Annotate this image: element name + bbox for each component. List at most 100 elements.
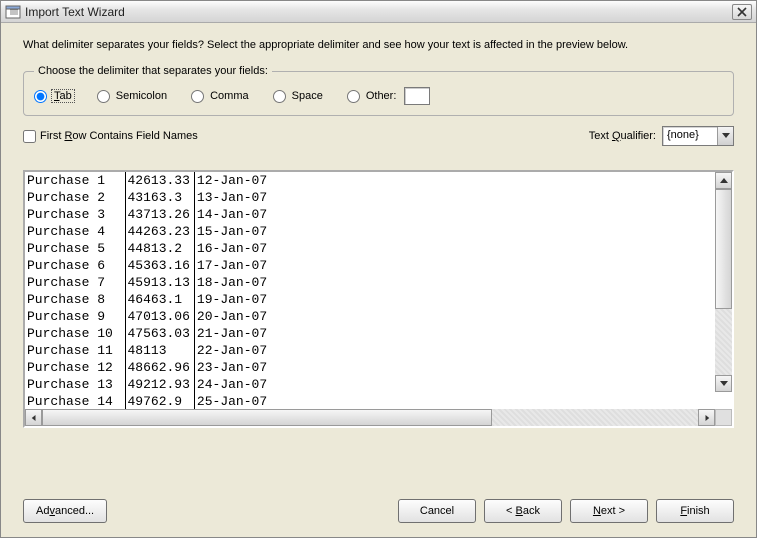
radio-semicolon-label: Semicolon: [114, 90, 169, 102]
radio-other-wrap[interactable]: Other:: [347, 87, 431, 105]
scroll-left-button[interactable]: [25, 409, 42, 426]
preview-cell: 23-Jan-07: [194, 359, 274, 376]
preview-cell: Purchase 14: [25, 393, 125, 409]
radio-space[interactable]: [273, 90, 286, 103]
preview-cell: 14-Jan-07: [194, 206, 274, 223]
footer-buttons: Advanced... Cancel < Back Next > Finish: [1, 489, 756, 537]
preview-cell: 48113: [125, 342, 194, 359]
delimiter-groupbox: Choose the delimiter that separates your…: [23, 65, 734, 116]
preview-cell: 21-Jan-07: [194, 325, 274, 342]
chevron-down-icon: [722, 133, 730, 139]
preview-cell: 47013.06: [125, 308, 194, 325]
preview-cell: Purchase 13: [25, 376, 125, 393]
table-row: Purchase 8 46463.119-Jan-07: [25, 291, 274, 308]
preview-cell: 49762.9: [125, 393, 194, 409]
radio-tab[interactable]: [34, 90, 47, 103]
table-row: Purchase 1449762.925-Jan-07: [25, 393, 274, 409]
preview-cell: 44263.23: [125, 223, 194, 240]
preview-cell: 25-Jan-07: [194, 393, 274, 409]
preview-cell: Purchase 12: [25, 359, 125, 376]
table-row: Purchase 1 42613.3312-Jan-07: [25, 172, 274, 189]
other-delimiter-input[interactable]: [404, 87, 430, 105]
scroll-h-thumb[interactable]: [42, 409, 492, 426]
radio-tab-wrap[interactable]: Tab: [34, 89, 75, 103]
preview-cell: Purchase 11: [25, 342, 125, 359]
radio-comma-wrap[interactable]: Comma: [191, 90, 251, 103]
table-row: Purchase 1349212.9324-Jan-07: [25, 376, 274, 393]
content-area: What delimiter separates your fields? Se…: [1, 23, 756, 489]
table-row: Purchase 1047563.0321-Jan-07: [25, 325, 274, 342]
radio-comma[interactable]: [191, 90, 204, 103]
scroll-down-button[interactable]: [715, 375, 732, 392]
vertical-scrollbar[interactable]: [715, 172, 732, 392]
next-button[interactable]: Next >: [570, 499, 648, 523]
chevron-right-icon: [703, 415, 711, 421]
cancel-button[interactable]: Cancel: [398, 499, 476, 523]
preview-cell: 44813.2: [125, 240, 194, 257]
horizontal-scrollbar[interactable]: [25, 409, 732, 426]
preview-cell: Purchase 9: [25, 308, 125, 325]
preview-panel: Purchase 1 42613.3312-Jan-07Purchase 2 4…: [23, 170, 734, 428]
radio-tab-label: Tab: [51, 89, 75, 103]
preview-scroll-area: Purchase 1 42613.3312-Jan-07Purchase 2 4…: [25, 172, 732, 409]
text-qualifier-combo[interactable]: {none}: [662, 126, 734, 146]
radio-comma-label: Comma: [208, 90, 251, 102]
preview-cell: 42613.33: [125, 172, 194, 189]
scroll-up-button[interactable]: [715, 172, 732, 189]
first-row-checkbox-label: First Row Contains Field Names: [40, 130, 198, 142]
instruction-text: What delimiter separates your fields? Se…: [23, 39, 734, 51]
delimiter-legend: Choose the delimiter that separates your…: [34, 65, 272, 77]
table-row: Purchase 114811322-Jan-07: [25, 342, 274, 359]
preview-cell: Purchase 5: [25, 240, 125, 257]
table-row: Purchase 4 44263.2315-Jan-07: [25, 223, 274, 240]
table-row: Purchase 1248662.9623-Jan-07: [25, 359, 274, 376]
scroll-v-thumb[interactable]: [715, 189, 732, 309]
preview-cell: Purchase 2: [25, 189, 125, 206]
preview-cell: 13-Jan-07: [194, 189, 274, 206]
chevron-left-icon: [30, 415, 38, 421]
radio-space-wrap[interactable]: Space: [273, 90, 325, 103]
preview-cell: 17-Jan-07: [194, 257, 274, 274]
preview-cell: 46463.1: [125, 291, 194, 308]
preview-cell: 18-Jan-07: [194, 274, 274, 291]
scroll-v-track[interactable]: [715, 189, 732, 375]
import-text-wizard-window: Import Text Wizard What delimiter separa…: [0, 0, 757, 538]
preview-cell: 43713.26: [125, 206, 194, 223]
table-row: Purchase 9 47013.0620-Jan-07: [25, 308, 274, 325]
table-row: Purchase 2 43163.313-Jan-07: [25, 189, 274, 206]
scroll-corner: [715, 409, 732, 426]
preview-cell: Purchase 4: [25, 223, 125, 240]
finish-button[interactable]: Finish: [656, 499, 734, 523]
scroll-h-track[interactable]: [42, 409, 698, 426]
advanced-button[interactable]: Advanced...: [23, 499, 107, 523]
radio-semicolon[interactable]: [97, 90, 110, 103]
preview-cell: 49212.93: [125, 376, 194, 393]
chevron-down-icon: [720, 381, 728, 387]
table-row: Purchase 3 43713.2614-Jan-07: [25, 206, 274, 223]
first-row-checkbox[interactable]: [23, 130, 36, 143]
chevron-up-icon: [720, 178, 728, 184]
first-row-checkbox-wrap[interactable]: First Row Contains Field Names: [23, 130, 198, 143]
text-qualifier-dropdown-button[interactable]: [717, 127, 733, 145]
preview-table: Purchase 1 42613.3312-Jan-07Purchase 2 4…: [25, 172, 274, 409]
preview-cell: Purchase 6: [25, 257, 125, 274]
preview-cell: Purchase 7: [25, 274, 125, 291]
preview-cell: 45363.16: [125, 257, 194, 274]
radio-space-label: Space: [290, 90, 325, 102]
titlebar: Import Text Wizard: [1, 1, 756, 23]
radio-other-label: Other:: [364, 90, 399, 102]
scroll-right-button[interactable]: [698, 409, 715, 426]
preview-cell: 43163.3: [125, 189, 194, 206]
text-qualifier-label: Text Qualifier:: [589, 130, 656, 142]
preview-cell: 16-Jan-07: [194, 240, 274, 257]
radio-semicolon-wrap[interactable]: Semicolon: [97, 90, 169, 103]
preview-cell: Purchase 8: [25, 291, 125, 308]
preview-cell: 22-Jan-07: [194, 342, 274, 359]
back-button[interactable]: < Back: [484, 499, 562, 523]
preview-cell: 20-Jan-07: [194, 308, 274, 325]
table-row: Purchase 7 45913.1318-Jan-07: [25, 274, 274, 291]
close-button[interactable]: [732, 4, 752, 20]
titlebar-title: Import Text Wizard: [25, 5, 125, 19]
radio-other[interactable]: [347, 90, 360, 103]
preview-cell: 47563.03: [125, 325, 194, 342]
